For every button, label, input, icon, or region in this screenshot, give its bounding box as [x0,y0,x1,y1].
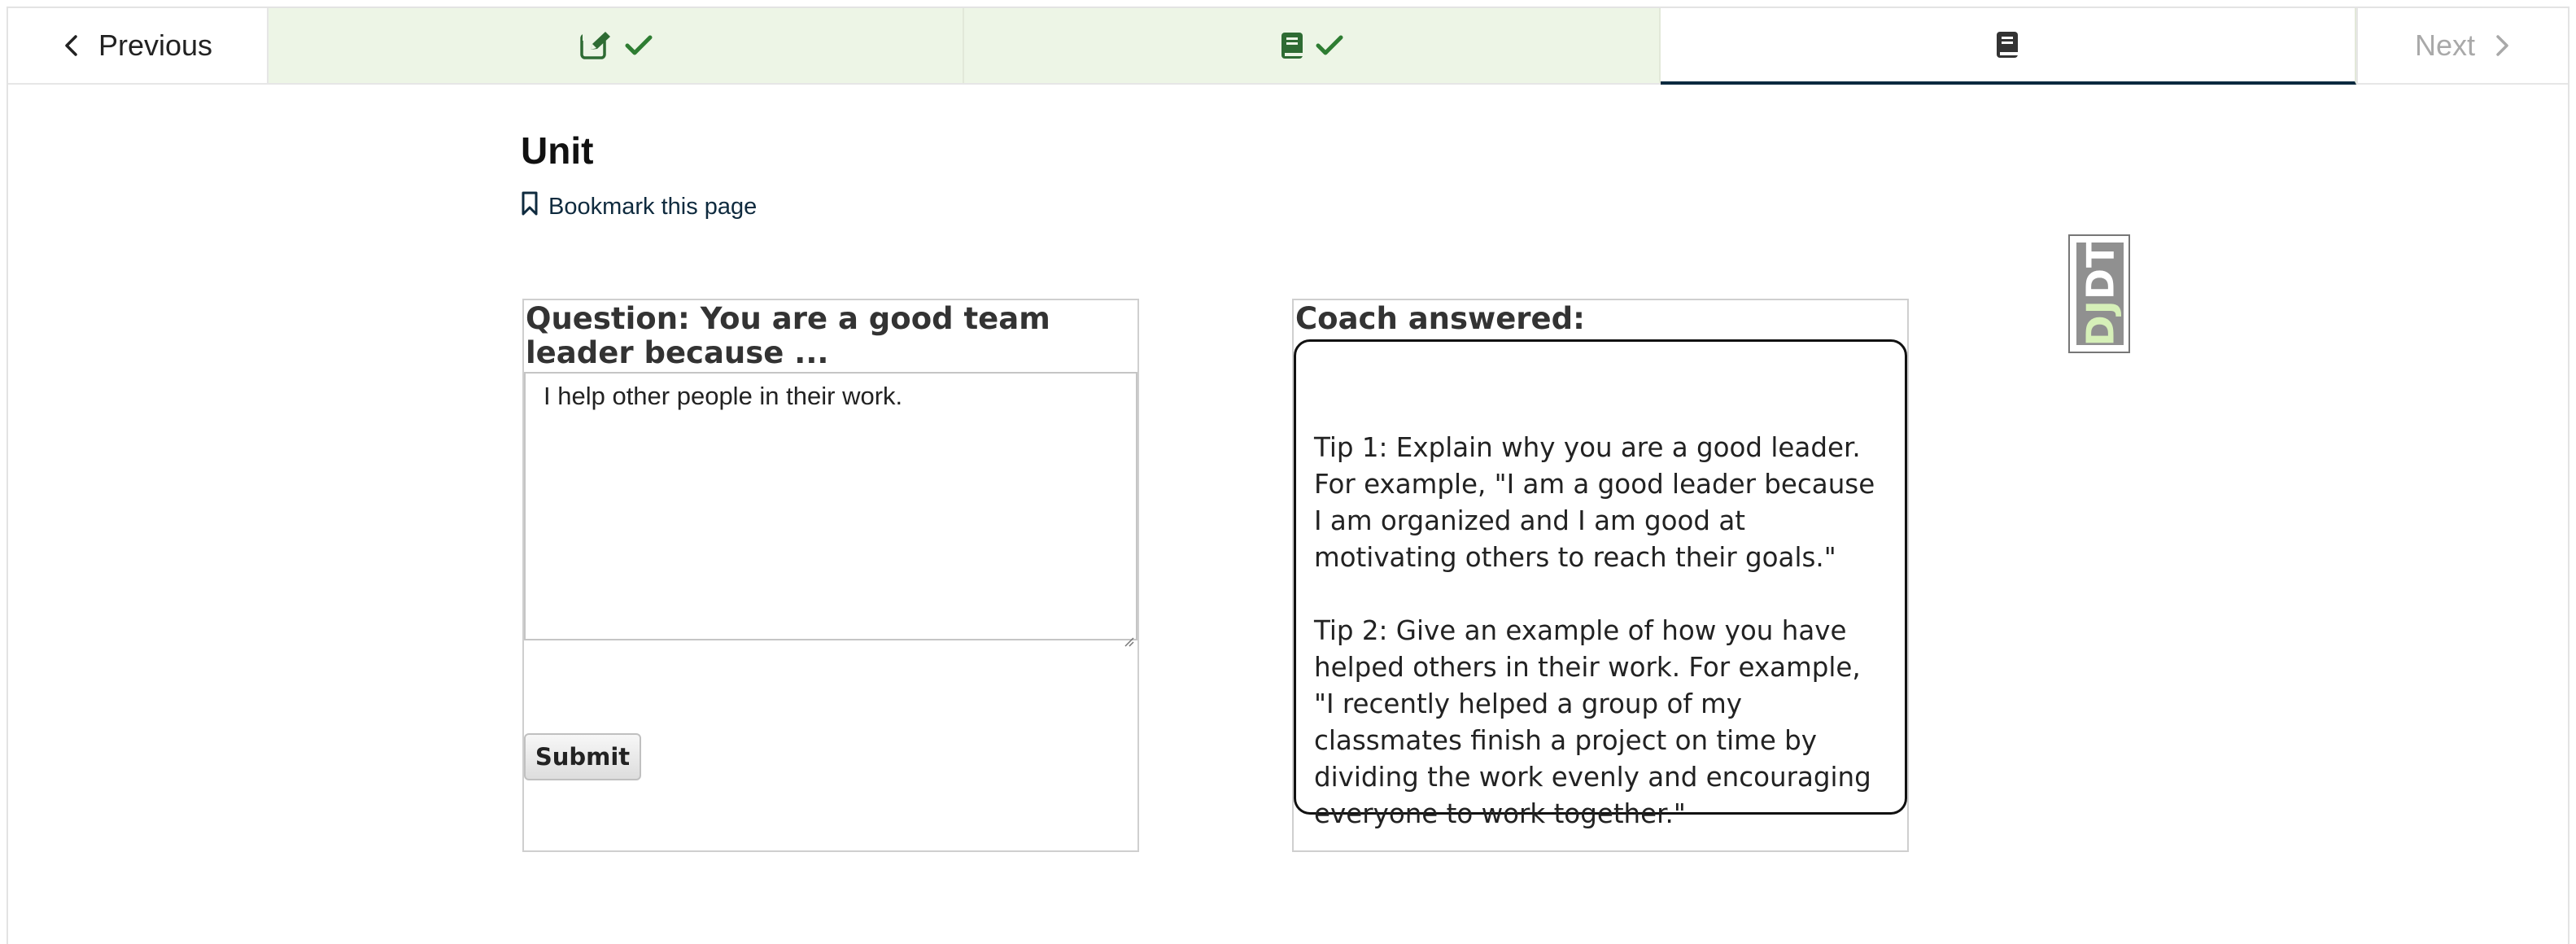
check-icon [625,34,653,57]
page-frame: Previous Next Unit Bookmark this page Qu… [7,7,2569,944]
chevron-right-icon [2493,33,2511,58]
resize-handle-icon[interactable] [1121,624,1134,647]
bookmark-button[interactable]: Bookmark this page [521,190,757,223]
chevron-left-icon [63,33,81,58]
coach-tip-1: Tip 1: Explain why you are a good leader… [1314,432,1875,573]
coach-title: Coach answered: [1295,301,1585,336]
question-title: Question: You are a good team leader bec… [526,301,1050,370]
answer-text: I help other people in their work. [544,382,903,410]
next-button[interactable]: Next [2356,8,2568,83]
next-label: Next [2414,28,2475,62]
book-icon [1280,31,1304,60]
question-panel: Question: You are a good team leader bec… [522,299,1139,852]
previous-label: Previous [98,28,213,62]
coach-panel: Coach answered: Tip 1: Explain why you a… [1292,299,1909,852]
book-icon [1995,30,2019,59]
previous-button[interactable]: Previous [8,8,269,83]
debug-toolbar-handle[interactable]: DJDT [2068,234,2130,353]
sequence-navigation: Previous Next [8,8,2568,85]
sequence-tab-1[interactable] [269,8,965,83]
answer-textarea[interactable]: I help other people in their work. [524,372,1137,647]
submit-button[interactable]: Submit [524,733,641,780]
bookmark-icon [521,190,539,223]
sequence-tab-2[interactable] [964,8,1661,83]
coach-response-box: Tip 1: Explain why you are a good leader… [1294,339,1907,829]
bookmark-label: Bookmark this page [548,193,758,220]
debug-toolbar-logo: DJDT [2078,241,2122,347]
check-icon [1316,34,1343,57]
edit-icon [579,30,613,61]
sequence-tab-3[interactable] [1660,8,2356,85]
coach-tip-2: Tip 2: Give an example of how you have h… [1314,615,1871,829]
page-title: Unit [521,129,594,172]
